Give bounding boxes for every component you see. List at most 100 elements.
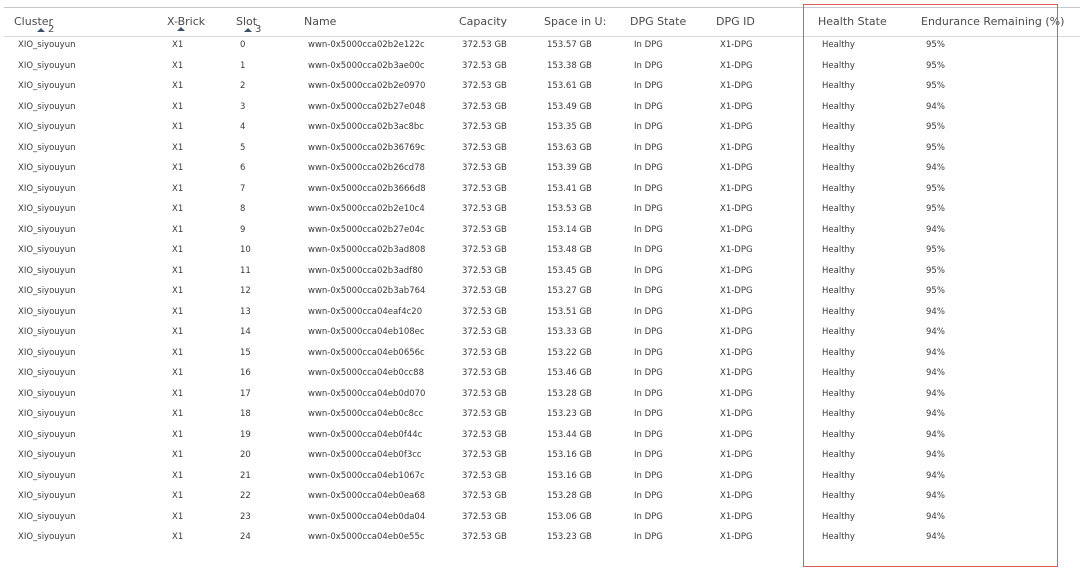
cell-slot: 4 [240, 122, 246, 132]
cell-slot: 1 [240, 60, 246, 71]
table-row[interactable]: XIO_siyouyun X1 24 wwn-0x5000cca04eb0e55c 37… [0, 527, 1080, 548]
cell-slot: 18 [240, 409, 251, 419]
cell-health-state: Healthy [822, 327, 855, 337]
cell-health-state: Healthy [822, 204, 855, 214]
cell-name: wwn-0x5000cca04eb108ec [308, 327, 425, 337]
cell-xbrick: X1 [172, 470, 184, 481]
table-row[interactable]: XIO_siyouyun X1 1 wwn-0x5000cca02b3ae00c 372… [0, 56, 1080, 77]
cell-health-state: Healthy [822, 491, 855, 501]
cell-slot: 13 [240, 306, 251, 317]
cell-endurance: 94% [926, 327, 945, 337]
table-row[interactable]: XIO_siyouyun X1 12 wwn-0x5000cca02b3ab764 37… [0, 281, 1080, 302]
sort-ascending-icon [244, 27, 252, 32]
cell-capacity: 372.53 GB [462, 101, 507, 112]
table-row[interactable]: XIO_siyouyun X1 21 wwn-0x5000cca04eb1067c 37… [0, 466, 1080, 487]
cell-cluster: XIO_siyouyun [18, 347, 76, 358]
table-row[interactable]: XIO_siyouyun X1 22 wwn-0x5000cca04eb0ea68 37… [0, 486, 1080, 507]
cell-name: wwn-0x5000cca04eb0da04 [308, 511, 426, 522]
cell-dpg-state: In DPG [634, 368, 663, 378]
table-row[interactable]: XIO_siyouyun X1 10 wwn-0x5000cca02b3ad808 37… [0, 240, 1080, 261]
column-header-dpg-state[interactable]: DPG State [630, 15, 686, 28]
cell-dpg-id: X1-DPG [720, 327, 753, 337]
cell-slot: 19 [240, 429, 251, 440]
column-header-space[interactable]: Space in U: [544, 15, 606, 28]
cell-endurance: 95% [926, 40, 945, 50]
cell-health-state: Healthy [822, 429, 855, 440]
cell-health-state: Healthy [822, 40, 855, 50]
cell-capacity: 372.53 GB [462, 409, 507, 419]
cell-xbrick: X1 [172, 450, 184, 460]
table-row[interactable]: XIO_siyouyun X1 18 wwn-0x5000cca04eb0c8cc 37… [0, 404, 1080, 425]
cell-dpg-id: X1-DPG [720, 101, 753, 112]
cell-endurance: 94% [926, 450, 945, 460]
cell-endurance: 94% [926, 101, 945, 112]
cell-dpg-id: X1-DPG [720, 532, 753, 542]
cell-health-state: Healthy [822, 224, 855, 235]
table-row[interactable]: XIO_siyouyun X1 4 wwn-0x5000cca02b3ac8bc 372… [0, 117, 1080, 138]
table-row[interactable]: XIO_siyouyun X1 20 wwn-0x5000cca04eb0f3cc 37… [0, 445, 1080, 466]
cell-xbrick: X1 [172, 40, 184, 50]
table-row[interactable]: XIO_siyouyun X1 13 wwn-0x5000cca04eaf4c20 37… [0, 302, 1080, 323]
cell-dpg-state: In DPG [634, 429, 663, 440]
table-row[interactable]: XIO_siyouyun X1 23 wwn-0x5000cca04eb0da04 37… [0, 507, 1080, 528]
table-row[interactable]: XIO_siyouyun X1 15 wwn-0x5000cca04eb0656c 37… [0, 343, 1080, 364]
cell-cluster: XIO_siyouyun [18, 409, 76, 419]
cell-dpg-state: In DPG [634, 265, 663, 276]
cell-space: 153.22 GB [547, 347, 592, 358]
cell-name: wwn-0x5000cca02b2e10c4 [308, 204, 425, 214]
cell-slot: 11 [240, 265, 251, 276]
table-row[interactable]: XIO_siyouyun X1 7 wwn-0x5000cca02b3666d8 372… [0, 179, 1080, 200]
table-row[interactable]: XIO_siyouyun X1 0 wwn-0x5000cca02b2e122c 372… [0, 35, 1080, 56]
cell-slot: 10 [240, 245, 251, 255]
column-header-endurance[interactable]: Endurance Remaining (%) [921, 15, 1064, 28]
table-row[interactable]: XIO_siyouyun X1 8 wwn-0x5000cca02b2e10c4 372… [0, 199, 1080, 220]
cell-name: wwn-0x5000cca02b3adf80 [308, 265, 424, 276]
table-row[interactable]: XIO_siyouyun X1 3 wwn-0x5000cca02b27e048 372… [0, 97, 1080, 118]
cell-dpg-state: In DPG [634, 491, 663, 501]
cell-xbrick: X1 [172, 327, 184, 337]
cell-dpg-state: In DPG [634, 327, 663, 337]
table-row[interactable]: XIO_siyouyun X1 19 wwn-0x5000cca04eb0f44c 37… [0, 425, 1080, 446]
cell-xbrick: X1 [172, 368, 184, 378]
table-row[interactable]: XIO_siyouyun X1 17 wwn-0x5000cca04eb0d070 37… [0, 384, 1080, 405]
cell-capacity: 372.53 GB [462, 265, 507, 276]
cell-space: 153.27 GB [547, 286, 592, 296]
cell-cluster: XIO_siyouyun [18, 450, 76, 460]
table-row[interactable]: XIO_siyouyun X1 2 wwn-0x5000cca02b2e0970 372… [0, 76, 1080, 97]
cell-xbrick: X1 [172, 245, 184, 255]
cell-name: wwn-0x5000cca02b27e048 [308, 101, 426, 112]
cell-cluster: XIO_siyouyun [18, 306, 76, 317]
cell-health-state: Healthy [822, 368, 855, 378]
cell-capacity: 372.53 GB [462, 491, 507, 501]
cell-dpg-state: In DPG [634, 306, 663, 317]
table-row[interactable]: XIO_siyouyun X1 16 wwn-0x5000cca04eb0cc88 37… [0, 363, 1080, 384]
cell-health-state: Healthy [822, 183, 855, 194]
column-header-capacity[interactable]: Capacity [459, 15, 507, 28]
table-row[interactable]: XIO_siyouyun X1 9 wwn-0x5000cca02b27e04c 372… [0, 220, 1080, 241]
cell-name: wwn-0x5000cca02b36769c [308, 142, 425, 153]
cell-dpg-state: In DPG [634, 470, 663, 481]
cell-capacity: 372.53 GB [462, 204, 507, 214]
table-row[interactable]: XIO_siyouyun X1 5 wwn-0x5000cca02b36769c 372… [0, 138, 1080, 159]
column-header-xbrick[interactable]: X-Brick [167, 15, 205, 28]
column-header-health-state[interactable]: Health State [818, 15, 887, 28]
cell-cluster: XIO_siyouyun [18, 368, 76, 378]
table-row[interactable]: XIO_siyouyun X1 6 wwn-0x5000cca02b26cd78 372… [0, 158, 1080, 179]
column-header-dpg-id[interactable]: DPG ID [716, 15, 755, 28]
table-row[interactable]: XIO_siyouyun X1 14 wwn-0x5000cca04eb108ec 37… [0, 322, 1080, 343]
cell-endurance: 94% [926, 429, 945, 440]
sort-ascending-icon [177, 26, 185, 31]
cell-name: wwn-0x5000cca04eb0cc88 [308, 368, 424, 378]
cell-cluster: XIO_siyouyun [18, 388, 76, 399]
cell-health-state: Healthy [822, 122, 855, 132]
cell-cluster: XIO_siyouyun [18, 286, 76, 296]
cell-xbrick: X1 [172, 204, 184, 214]
cell-dpg-id: X1-DPG [720, 142, 753, 153]
column-header-name[interactable]: Name [304, 15, 336, 28]
table-row[interactable]: XIO_siyouyun X1 11 wwn-0x5000cca02b3adf80 37… [0, 261, 1080, 282]
cell-dpg-state: In DPG [634, 183, 663, 194]
cell-dpg-id: X1-DPG [720, 429, 753, 440]
cell-slot: 9 [240, 224, 246, 235]
cell-slot: 21 [240, 470, 251, 481]
cell-capacity: 372.53 GB [462, 388, 507, 399]
